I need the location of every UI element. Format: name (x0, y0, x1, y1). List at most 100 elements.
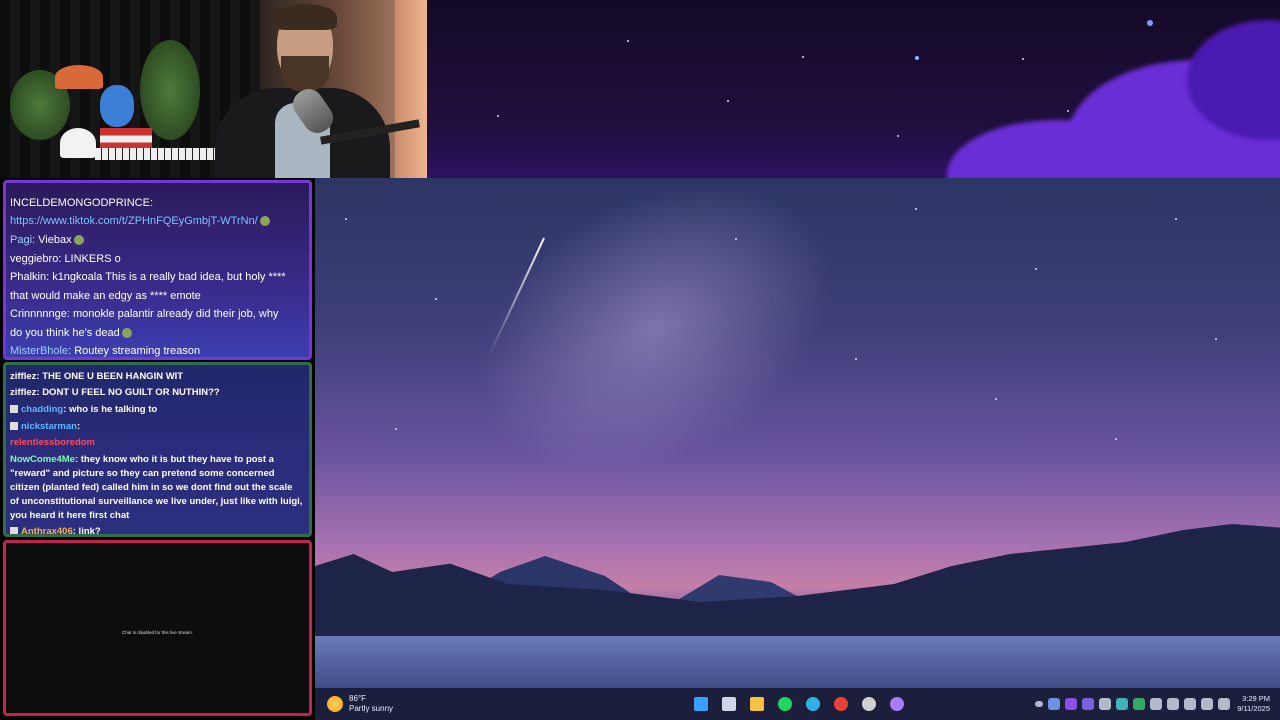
chat-text: : Viebax (32, 234, 72, 246)
keyboard-instrument (95, 148, 225, 160)
weather-widget[interactable]: 86°F Partly sunny (327, 693, 393, 715)
start-icon[interactable] (691, 694, 711, 714)
chat-username[interactable]: chadding (21, 404, 63, 415)
file-explorer-icon[interactable] (747, 694, 767, 714)
weather-temp: 86°F (349, 694, 366, 703)
chat-username[interactable]: relentlessboredom (10, 437, 95, 448)
star (1215, 338, 1217, 340)
chat-text: : LINKERS o (58, 253, 121, 265)
chat-message-continued: "reward" and picture so they can pretend… (10, 468, 275, 479)
chat-text: you heard it here first chat (10, 510, 130, 521)
chat-panel-disabled: Chat is disabled for this live stream. (3, 540, 312, 716)
chat-message: Crinnnnnge: monokle palantir already did… (10, 308, 278, 320)
circle-app-icon[interactable] (1116, 698, 1128, 710)
chat-username[interactable]: Crinnnnnge (10, 308, 67, 320)
star (497, 115, 499, 117)
chat-username[interactable]: Phalkin (10, 271, 46, 283)
color-app-icon[interactable] (1133, 698, 1145, 710)
star (735, 238, 737, 240)
taskbar: 86°F Partly sunny 3:29 PM 9/11/2025 (315, 688, 1280, 720)
webcam-feed (0, 0, 427, 178)
chat-text: that would make an edgy as **** emote (10, 290, 201, 302)
network-icon[interactable] (1184, 698, 1196, 710)
app-icon[interactable] (887, 694, 907, 714)
clock-date: 9/11/2025 (1237, 704, 1270, 713)
chat-message-continued: you heard it here first chat (10, 510, 129, 521)
chat-text: : monokle palantir already did their job… (66, 308, 279, 320)
badge-icon (10, 405, 18, 414)
star (1022, 58, 1024, 60)
drive-icon[interactable] (1167, 698, 1179, 710)
clock-time: 3:29 PM (1242, 694, 1270, 703)
chat-message: zifflez: DONT U FEEL NO GUILT OR NUTHIN?… (10, 387, 220, 398)
emote-icon (73, 235, 84, 246)
chat-panel-top[interactable]: INCELDEMONGODPRINCE: https://www.tiktok.… (3, 180, 312, 360)
chat-message: INCELDEMONGODPRINCE: (10, 197, 153, 209)
chat-disabled-message: Chat is disabled for this live stream. (121, 630, 194, 635)
star (897, 135, 899, 137)
chat-username[interactable]: zifflez (10, 371, 36, 382)
steam-icon[interactable] (1099, 698, 1111, 710)
stream-deck-icon[interactable] (1082, 698, 1094, 710)
star (915, 56, 919, 60)
chat-username[interactable]: MisterBhole (10, 345, 68, 357)
chat-username[interactable]: zifflez (10, 387, 36, 398)
volume-icon[interactable] (1218, 698, 1230, 710)
star (1147, 20, 1153, 26)
chat-text: citizen (planted fed) called him in so w… (10, 482, 293, 493)
chat-username[interactable]: Pagi (10, 234, 32, 246)
star (1035, 268, 1037, 270)
star (727, 100, 729, 102)
sun-icon (327, 696, 343, 712)
star (995, 398, 997, 400)
star (345, 218, 347, 220)
chat-text: : THE ONE U BEEN HANGIN WIT (36, 371, 184, 382)
settings-icon[interactable] (1150, 698, 1162, 710)
task-view-icon[interactable] (719, 694, 739, 714)
star (915, 208, 917, 210)
star (1067, 110, 1069, 112)
chat-message: chadding: who is he talking to (10, 404, 157, 415)
chat-text: : Routey streaming treason (68, 345, 201, 357)
purple-app-icon[interactable] (1065, 698, 1077, 710)
chat-message: MisterBhole: Routey streaming treason (10, 345, 200, 357)
chat-text: : who is he talking to (63, 404, 158, 415)
chat-panel-middle[interactable]: zifflez: THE ONE U BEEN HANGIN WIT ziffl… (3, 362, 312, 537)
chat-username[interactable]: nickstarman (21, 421, 77, 432)
chat-message[interactable]: https://www.tiktok.com/t/ZPHnFQEyGmbjT-W… (10, 215, 270, 227)
chat-message-continued: that would make an edgy as **** emote (10, 290, 201, 302)
star (855, 358, 857, 360)
chat-username: INCELDEMONGODPRINCE: (10, 197, 154, 209)
spotify-icon[interactable] (775, 694, 795, 714)
bolt-icon[interactable] (1048, 698, 1060, 710)
chat-message: NowCome4Me: they know who it is but they… (10, 454, 274, 465)
clock[interactable]: 3:29 PM 9/11/2025 (1237, 694, 1270, 714)
screen: INCELDEMONGODPRINCE: https://www.tiktok.… (0, 0, 1280, 720)
chat-username[interactable]: veggiebro (10, 253, 58, 265)
chat-username[interactable]: Anthrax406 (21, 526, 73, 534)
display-icon[interactable] (1201, 698, 1213, 710)
star (627, 40, 629, 42)
lamp-light (395, 0, 427, 178)
chat-text: : they know who it is but they have to p… (74, 454, 274, 465)
chat-message: Phalkin: k1ngkoala This is a really bad … (10, 271, 286, 283)
white-cap (60, 128, 96, 158)
chat-link[interactable]: https://www.tiktok.com/t/ZPHnFQEyGmbjT-W… (10, 215, 258, 227)
chevron-up-icon[interactable] (1035, 701, 1043, 707)
chat-text: of unconstitutional surveillance we live… (10, 496, 303, 507)
desktop-wallpaper (315, 178, 1280, 688)
taskbar-apps (691, 694, 907, 714)
obs-icon[interactable] (859, 694, 879, 714)
chat-message: relentlessboredom (10, 437, 95, 448)
chat-message: Anthrax406: link? (10, 526, 101, 537)
lake (315, 636, 1280, 688)
chat-text: : (76, 421, 81, 432)
chat-username[interactable]: NowCome4Me (10, 454, 75, 465)
chrome-icon[interactable] (831, 694, 851, 714)
chat-message: nickstarman: (10, 421, 80, 432)
weather-desc: Partly sunny (349, 704, 394, 713)
chat-text: : link? (72, 526, 101, 537)
edge-icon[interactable] (803, 694, 823, 714)
chat-message-continued: of unconstitutional surveillance we live… (10, 496, 302, 507)
blue-figurine (100, 85, 134, 127)
